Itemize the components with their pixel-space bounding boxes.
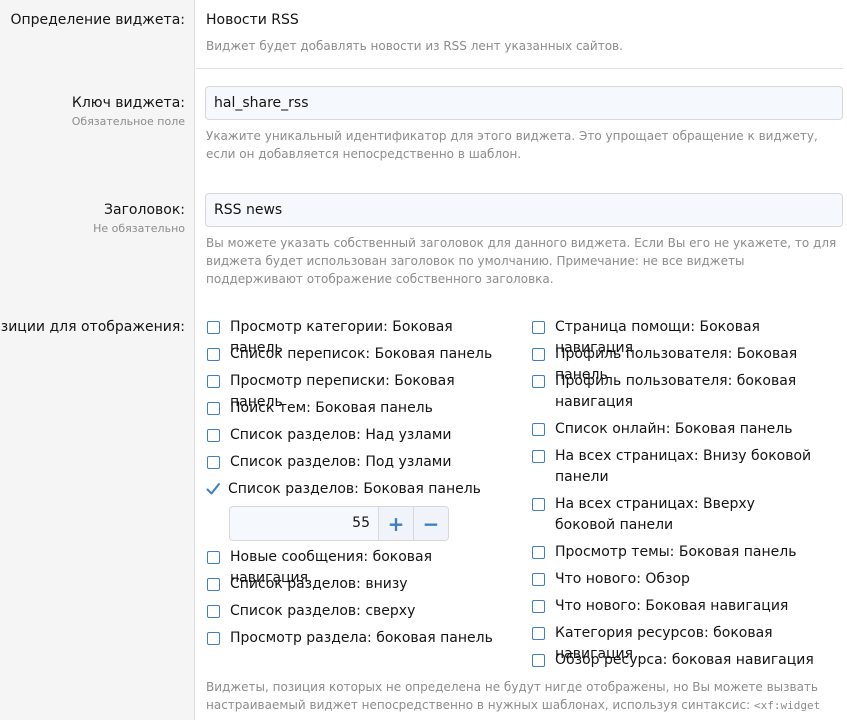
checkbox[interactable] bbox=[207, 429, 220, 442]
checkbox[interactable] bbox=[207, 375, 220, 388]
position-label: Обзор ресурса: боковая навигация bbox=[555, 652, 814, 668]
increment-button[interactable]: + bbox=[378, 507, 413, 540]
definition-value: Новости RSS bbox=[206, 12, 299, 28]
position-label: Список разделов: сверху bbox=[230, 603, 416, 619]
position-label: Список разделов: внизу bbox=[230, 576, 408, 592]
position-label: Список разделов: Под узлами bbox=[230, 454, 452, 470]
position-checkbox-item[interactable]: Что нового: Боковая навигация bbox=[532, 596, 838, 617]
position-label: Просмотр раздела: боковая панель bbox=[230, 630, 493, 646]
title-optional-note: Не обязательно bbox=[93, 222, 185, 235]
position-checkbox-item[interactable]: Список разделов: сверху bbox=[207, 601, 507, 622]
position-label: На всех страницах: Вверху боковой панели bbox=[555, 496, 755, 533]
checkbox[interactable] bbox=[532, 546, 545, 559]
checkbox[interactable] bbox=[207, 632, 220, 645]
position-label: Что нового: Боковая навигация bbox=[555, 598, 789, 614]
definition-hint: Виджет будет добавлять новости из RSS ле… bbox=[206, 39, 623, 53]
position-checkbox-item[interactable]: Обзор ресурса: боковая навигация bbox=[532, 650, 838, 671]
positions-hint: Виджеты, позиция которых не определена н… bbox=[206, 678, 838, 720]
position-checkbox-item[interactable]: Поиск тем: Боковая панель bbox=[207, 398, 507, 419]
widget-key-input[interactable] bbox=[205, 86, 843, 120]
checkbox[interactable] bbox=[207, 551, 220, 564]
position-checkbox-item[interactable]: Что нового: Обзор bbox=[532, 569, 838, 590]
position-label: Список разделов: Боковая панель bbox=[228, 481, 481, 497]
position-checkbox-item[interactable]: Профиль пользователя: боковая навигация bbox=[532, 371, 802, 413]
checkmark-icon[interactable] bbox=[205, 481, 221, 497]
position-label: Список переписок: Боковая панель bbox=[230, 346, 493, 362]
decrement-button[interactable]: − bbox=[413, 507, 448, 540]
title-hint: Вы можете указать собственный заголовок … bbox=[206, 236, 837, 286]
section-divider bbox=[196, 68, 843, 69]
position-checkbox-item[interactable]: Список онлайн: Боковая панель bbox=[532, 419, 838, 440]
position-label: Что нового: Обзор bbox=[555, 571, 690, 587]
minus-icon: − bbox=[422, 511, 440, 536]
key-label: Ключ виджета: bbox=[71, 95, 185, 111]
position-label: Поиск тем: Боковая панель bbox=[230, 400, 433, 416]
position-checkbox-item[interactable]: Список разделов: внизу bbox=[207, 574, 507, 595]
position-checkbox-item[interactable]: Список переписок: Боковая панель bbox=[207, 344, 507, 365]
key-required-note: Обязательное поле bbox=[71, 115, 185, 128]
checkbox[interactable] bbox=[532, 423, 545, 436]
position-label: Список разделов: Над узлами bbox=[230, 427, 452, 443]
positions-label: Позиции для отображения: bbox=[0, 319, 185, 335]
checkbox[interactable] bbox=[207, 578, 220, 591]
checkbox[interactable] bbox=[207, 605, 220, 618]
checkbox[interactable] bbox=[532, 627, 545, 640]
checkbox[interactable] bbox=[532, 654, 545, 667]
checkbox[interactable] bbox=[532, 573, 545, 586]
checkbox[interactable] bbox=[532, 348, 545, 361]
position-label: Профиль пользователя: боковая навигация bbox=[555, 373, 797, 410]
checkbox[interactable] bbox=[207, 456, 220, 469]
checkbox[interactable] bbox=[532, 375, 545, 388]
checkbox[interactable] bbox=[532, 600, 545, 613]
position-checkbox-item[interactable]: Просмотр раздела: боковая панель bbox=[207, 628, 507, 649]
position-label: Просмотр темы: Боковая панель bbox=[555, 544, 797, 560]
plus-icon: + bbox=[387, 511, 405, 536]
checkbox[interactable] bbox=[207, 321, 220, 334]
checkbox[interactable] bbox=[532, 321, 545, 334]
key-hint: Укажите уникальный идентификатор для это… bbox=[206, 129, 818, 161]
checkbox[interactable] bbox=[207, 402, 220, 415]
display-order-value[interactable]: 55 bbox=[230, 507, 378, 540]
checkbox[interactable] bbox=[532, 450, 545, 463]
checkbox[interactable] bbox=[532, 498, 545, 511]
display-order-stepper: 55 + − bbox=[229, 506, 449, 541]
position-label: На всех страницах: Внизу боковой панели bbox=[555, 448, 812, 485]
position-checkbox-item[interactable]: На всех страницах: Внизу боковой панели bbox=[532, 446, 812, 488]
widget-title-input[interactable] bbox=[205, 193, 843, 227]
title-label: Заголовок: bbox=[104, 202, 185, 218]
widget-syntax-code: <xf:widget bbox=[753, 699, 821, 712]
position-checkbox-item[interactable]: На всех страницах: Вверху боковой панели bbox=[532, 494, 818, 536]
checkbox[interactable] bbox=[207, 348, 220, 361]
position-label: Список онлайн: Боковая панель bbox=[555, 421, 793, 437]
position-checkbox-item-checked[interactable]: Список разделов: Боковая панель bbox=[205, 479, 505, 500]
definition-label: Определение виджета: bbox=[10, 12, 185, 28]
position-checkbox-item[interactable]: Просмотр темы: Боковая панель bbox=[532, 542, 838, 563]
position-checkbox-item[interactable]: Список разделов: Под узлами bbox=[207, 452, 507, 473]
position-checkbox-item[interactable]: Список разделов: Над узлами bbox=[207, 425, 507, 446]
positions-hint-text: Виджеты, позиция которых не определена н… bbox=[206, 680, 818, 712]
